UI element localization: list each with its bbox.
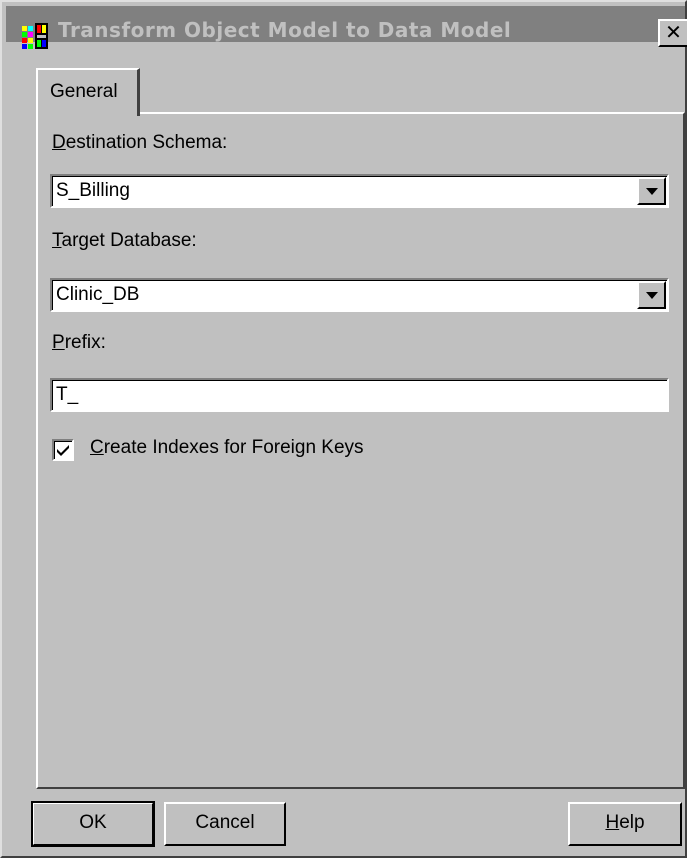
prefix-value: T_ <box>56 384 79 405</box>
chevron-down-icon <box>646 292 658 299</box>
target-database-select[interactable]: Clinic_DB <box>50 278 669 312</box>
close-icon: ✕ <box>665 20 682 44</box>
tab-general[interactable]: General <box>36 68 140 116</box>
ok-button[interactable]: OK <box>31 801 155 847</box>
close-button[interactable]: ✕ <box>658 19 687 47</box>
create-indexes-label[interactable]: Create Indexes for Foreign Keys <box>90 437 364 459</box>
app-icon <box>22 23 48 49</box>
destination-schema-dropdown-button[interactable] <box>637 177 666 205</box>
destination-schema-value: S_Billing <box>56 180 130 201</box>
tab-general-label: General <box>50 81 118 102</box>
target-database-label: Target Database: <box>52 230 197 251</box>
create-indexes-checkbox[interactable] <box>52 439 74 461</box>
prefix-label: Prefix: <box>52 332 106 353</box>
cancel-button[interactable]: Cancel <box>164 802 286 846</box>
prefix-input[interactable]: T_ <box>50 378 669 412</box>
help-button[interactable]: Help <box>568 802 682 846</box>
target-database-value: Clinic_DB <box>56 284 140 305</box>
target-database-dropdown-button[interactable] <box>637 281 666 309</box>
chevron-down-icon <box>646 188 658 195</box>
window-title: Transform Object Model to Data Model <box>58 18 512 42</box>
destination-schema-label: Destination Schema: <box>52 132 228 153</box>
checkmark-icon <box>57 445 69 456</box>
destination-schema-select[interactable]: S_Billing <box>50 174 669 208</box>
dialog-window: Transform Object Model to Data Model ✕ G… <box>0 0 687 858</box>
